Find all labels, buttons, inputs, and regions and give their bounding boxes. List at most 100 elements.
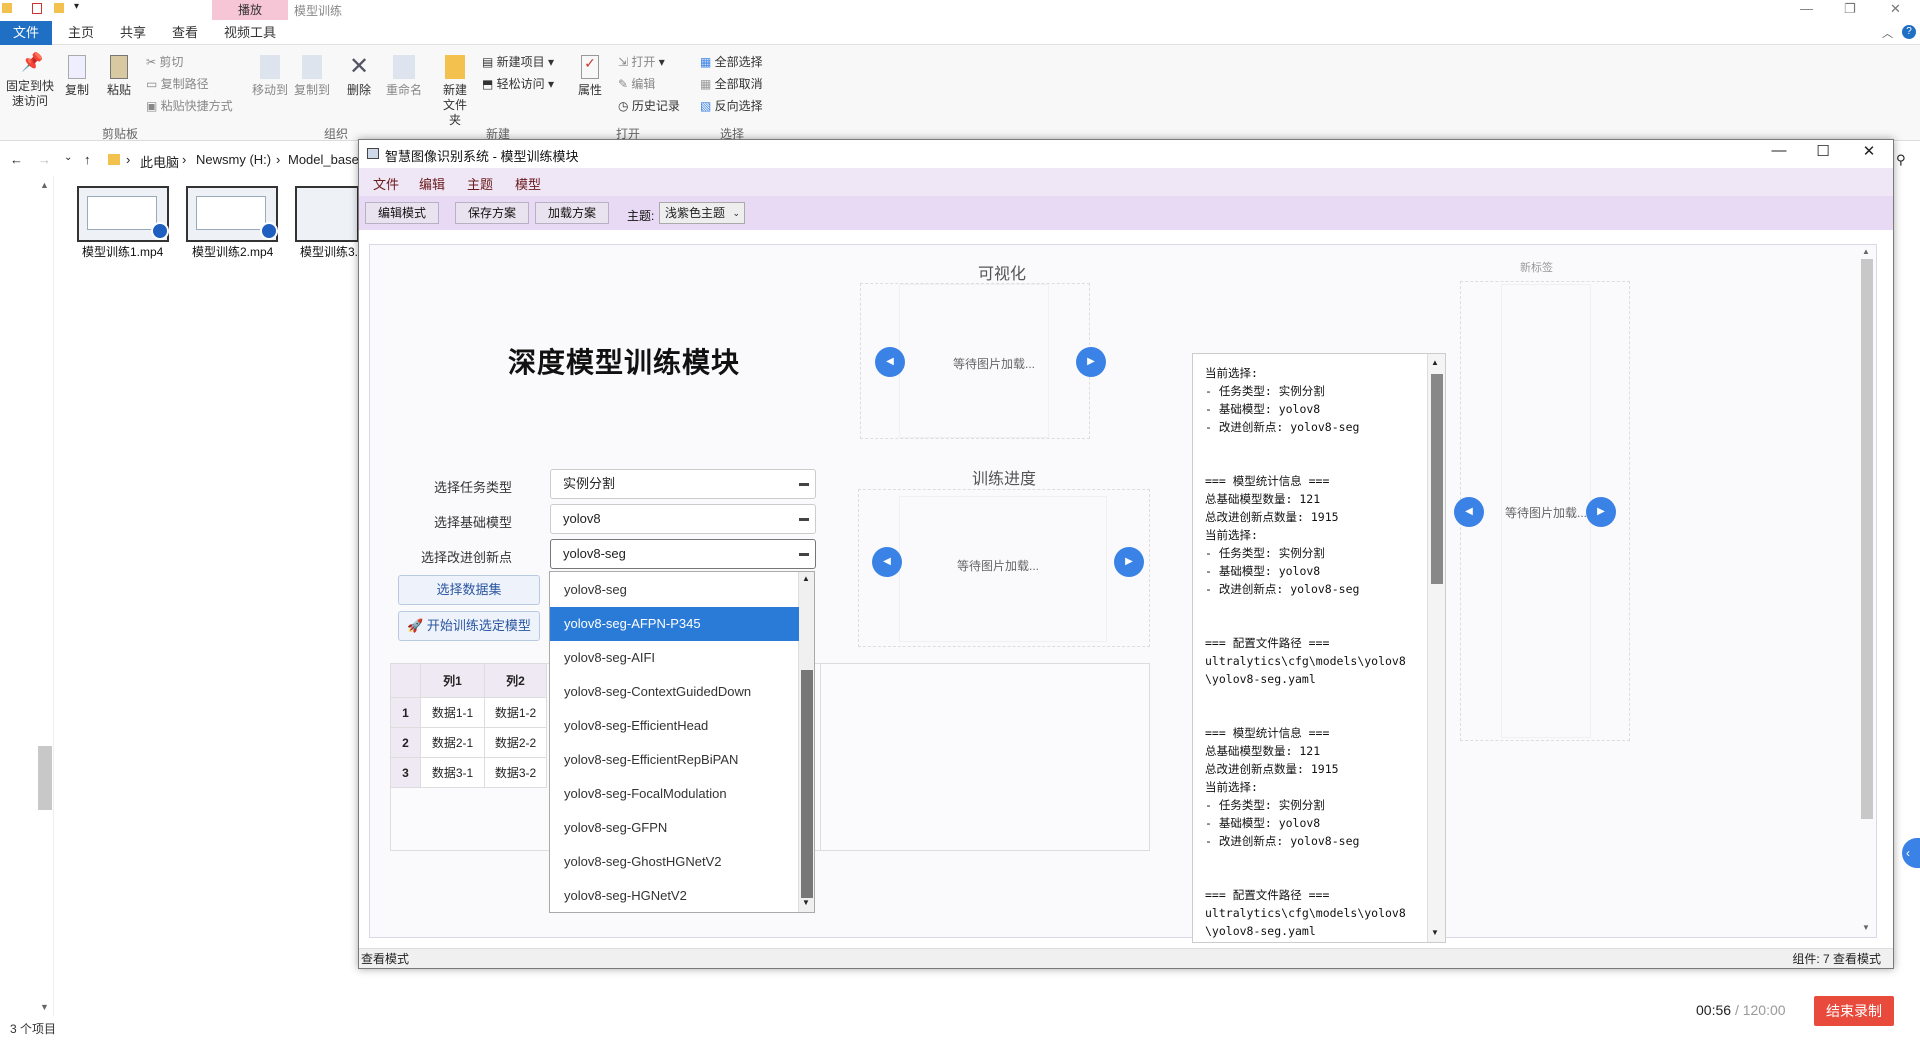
dropdown-scroll-thumb[interactable]	[801, 670, 813, 898]
scroll-up-icon[interactable]: ▲	[1431, 358, 1439, 367]
video-thumbnail-3[interactable]	[295, 186, 359, 242]
dropdown-option[interactable]: yolov8-seg-EfficientHead	[550, 709, 799, 743]
move-to-button[interactable]: 移动到	[250, 55, 290, 98]
copy-path-button[interactable]: ▭ 复制路径	[146, 75, 209, 92]
scroll-up-icon[interactable]: ▲	[40, 180, 49, 190]
dropdown-option[interactable]: yolov8-seg-HGNetV2	[550, 879, 799, 913]
forward-arrow-icon[interactable]: →	[38, 152, 51, 167]
next-newtab-button[interactable]: ▶	[1586, 497, 1616, 527]
console-output[interactable]: 当前选择: - 任务类型: 实例分割 - 基础模型: yolov8 - 改进创新…	[1192, 353, 1446, 943]
tab-video-tools[interactable]: 视频工具	[218, 21, 282, 45]
video-thumbnail-1[interactable]	[77, 186, 169, 242]
next-progress-button[interactable]: ▶	[1114, 547, 1144, 577]
minimize-icon[interactable]: —	[1759, 142, 1799, 159]
file-name-1[interactable]: 模型训练1.mp4	[82, 243, 163, 260]
search-icon[interactable]: ⚲	[1896, 152, 1906, 168]
new-folder-button[interactable]: 新建文件夹	[434, 55, 476, 128]
table-cell[interactable]: 数据2-1	[421, 728, 485, 758]
minimize-icon[interactable]: —	[1800, 1, 1813, 16]
up-arrow-icon[interactable]: ↑	[84, 152, 91, 167]
prev-progress-button[interactable]: ◀	[872, 547, 902, 577]
delete-button[interactable]: ✕ 删除	[344, 55, 374, 98]
nav-scrollbar-thumb[interactable]	[38, 746, 52, 810]
invert-select-button[interactable]: ▧ 反向选择	[700, 97, 763, 114]
table-cell[interactable]: 数据2-2	[485, 728, 547, 758]
scroll-down-icon[interactable]: ▼	[40, 1002, 49, 1012]
pin-button[interactable]: 📌 固定到快速访问	[4, 53, 56, 109]
help-icon[interactable]: ?	[1902, 25, 1916, 39]
scroll-up-icon[interactable]: ▲	[1862, 247, 1870, 256]
copy-button[interactable]: 复制	[62, 55, 92, 98]
tab-file[interactable]: 文件	[0, 21, 52, 45]
console-scroll-thumb[interactable]	[1431, 374, 1443, 584]
select-none-button[interactable]: ▦ 全部取消	[700, 75, 763, 92]
console-scrollbar[interactable]: ▲ ▼	[1427, 354, 1445, 942]
table-cell[interactable]: 数据1-1	[421, 698, 485, 728]
save-plan-button[interactable]: 保存方案	[455, 202, 530, 224]
table-cell[interactable]: 数据3-1	[421, 758, 485, 788]
tab-view[interactable]: 查看	[166, 21, 204, 45]
dropdown-option[interactable]: yolov8-seg-AFPN-P345	[550, 607, 799, 641]
history-button[interactable]: ◷ 历史记录	[618, 97, 680, 114]
easy-access-button[interactable]: ⬒ 轻松访问 ▾	[482, 75, 554, 92]
scroll-down-icon[interactable]: ▼	[802, 898, 810, 907]
close-icon[interactable]: ✕	[1890, 1, 1901, 17]
dropdown-option[interactable]: yolov8-seg	[550, 573, 799, 607]
menu-file[interactable]: 文件	[373, 174, 399, 193]
table-header[interactable]: 列2	[485, 664, 547, 698]
open-button[interactable]: ⇲ 打开 ▾	[618, 53, 665, 70]
scroll-down-icon[interactable]: ▼	[1862, 923, 1870, 932]
page-scrollbar[interactable]: ▲ ▼	[1858, 245, 1876, 937]
rename-button[interactable]: 重命名	[382, 55, 426, 98]
select-dataset-button[interactable]: 选择数据集	[398, 575, 540, 605]
dropdown-scrollbar[interactable]: ▲ ▼	[798, 572, 814, 912]
load-plan-button[interactable]: 加载方案	[535, 202, 610, 224]
select-all-button[interactable]: ▦ 全部选择	[700, 53, 763, 70]
new-item-button[interactable]: ▤ 新建项目 ▾	[482, 53, 554, 70]
close-icon[interactable]: ✕	[1849, 142, 1889, 160]
folder-icon[interactable]	[54, 3, 64, 13]
paste-shortcut-button[interactable]: ▣ 粘贴快捷方式	[146, 97, 233, 114]
theme-select[interactable]: 浅紫色主题 ⌄	[659, 202, 745, 224]
next-image-button[interactable]: ▶	[1076, 347, 1106, 377]
prev-newtab-button[interactable]: ◀	[1454, 497, 1484, 527]
table-cell[interactable]: 数据1-2	[485, 698, 547, 728]
video-thumbnail-2[interactable]	[186, 186, 278, 242]
properties-button[interactable]: ✓ 属性	[574, 55, 606, 98]
dropdown-option[interactable]: yolov8-seg-ContextGuidedDown	[550, 675, 799, 709]
base-model-select[interactable]: yolov8 ▬	[550, 504, 816, 534]
scroll-down-icon[interactable]: ▼	[1431, 928, 1439, 937]
chevron-up-icon[interactable]: ︿	[1882, 25, 1893, 41]
start-training-button[interactable]: 🚀 开始训练选定模型	[398, 611, 540, 641]
edit-mode-button[interactable]: 编辑模式	[365, 202, 440, 224]
task-type-select[interactable]: 实例分割 ▬	[550, 469, 816, 499]
tab-play[interactable]: 播放	[212, 0, 288, 20]
table-cell[interactable]: 数据3-2	[485, 758, 547, 788]
dropdown-option[interactable]: yolov8-seg-AIFI	[550, 641, 799, 675]
file-name-3[interactable]: 模型训练3.	[300, 243, 358, 260]
prev-image-button[interactable]: ◀	[875, 347, 905, 377]
tab-home[interactable]: 主页	[62, 21, 100, 45]
breadcrumb-this-pc[interactable]: 此电脑	[140, 152, 179, 171]
scroll-up-icon[interactable]: ▲	[802, 574, 810, 583]
stop-recording-button[interactable]: 结束录制	[1814, 996, 1894, 1026]
page-scroll-thumb[interactable]	[1861, 259, 1873, 819]
menu-theme[interactable]: 主题	[467, 174, 493, 193]
restore-icon[interactable]: ❐	[1844, 1, 1856, 17]
cut-button[interactable]: ✂ 剪切	[146, 53, 183, 70]
checkmark-icon[interactable]	[32, 3, 42, 14]
tab-share[interactable]: 共享	[114, 21, 152, 45]
dropdown-option[interactable]: yolov8-seg-FocalModulation	[550, 777, 799, 811]
dropdown-arrow-icon[interactable]: ▾	[74, 1, 79, 12]
improvement-select[interactable]: yolov8-seg ▬	[550, 539, 816, 569]
dropdown-option[interactable]: yolov8-seg-GhostHGNetV2	[550, 845, 799, 879]
back-arrow-icon[interactable]: ←	[10, 152, 23, 167]
breadcrumb-drive[interactable]: Newsmy (H:)	[196, 152, 271, 167]
table-header[interactable]: 列1	[421, 664, 485, 698]
menu-model[interactable]: 模型	[515, 174, 541, 193]
copy-to-button[interactable]: 复制到	[292, 55, 332, 98]
dropdown-option[interactable]: yolov8-seg-GFPN	[550, 811, 799, 845]
maximize-icon[interactable]: ☐	[1803, 142, 1843, 160]
paste-button[interactable]: 粘贴	[104, 55, 134, 98]
menu-edit[interactable]: 编辑	[419, 174, 445, 193]
